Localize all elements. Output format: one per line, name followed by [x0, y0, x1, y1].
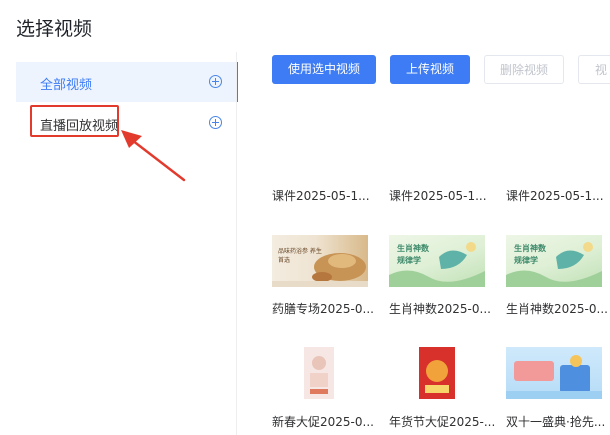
video-thumbnail[interactable]: [506, 347, 602, 399]
video-thumbnail[interactable]: 品味药浴参 养生首选: [272, 235, 368, 287]
use-selected-video-button[interactable]: 使用选中视频: [272, 55, 376, 84]
video-caption[interactable]: 课件2025-05-1...: [506, 187, 610, 204]
sidebar-item-label: 直播回放视频: [40, 119, 119, 134]
video-thumbnail[interactable]: [272, 347, 368, 399]
video-caption[interactable]: 生肖神数2025-0...: [506, 300, 610, 317]
video-caption[interactable]: 年货节大促2025-...: [389, 413, 499, 430]
video-caption[interactable]: 双十一盛典·抢先...: [506, 413, 610, 430]
video-caption[interactable]: 新春大促2025-0...: [272, 413, 382, 430]
thumbnail-text: 品味药浴参 养生首选: [278, 248, 322, 264]
more-button[interactable]: 视: [578, 55, 610, 84]
video-caption[interactable]: 课件2025-05-1...: [389, 187, 499, 204]
delete-video-button[interactable]: 删除视频: [484, 55, 564, 84]
video-thumbnail[interactable]: 生肖神数 规律学: [389, 235, 485, 287]
sidebar: 全部视频 直播回放视频: [16, 62, 238, 435]
video-caption[interactable]: 生肖神数2025-0...: [389, 300, 499, 317]
annotation-arrow-icon: [121, 130, 186, 182]
thumbnail-text: 生肖神数 规律学: [397, 244, 429, 265]
page-title: 选择视频: [16, 18, 93, 40]
sidebar-divider: [236, 52, 237, 435]
video-caption[interactable]: 药膳专场2025-0...: [272, 300, 382, 317]
video-thumbnail[interactable]: [389, 347, 485, 399]
upload-video-button[interactable]: 上传视频: [390, 55, 470, 84]
video-thumbnail[interactable]: 生肖神数 规律学: [506, 235, 602, 287]
sidebar-item-label: 全部视频: [40, 78, 93, 93]
thumbnail-text: 生肖神数 规律学: [514, 244, 546, 265]
add-circle-icon[interactable]: [209, 75, 222, 88]
add-circle-icon[interactable]: [209, 116, 222, 129]
video-caption[interactable]: 课件2025-05-1...: [272, 187, 382, 204]
sidebar-item-all-videos[interactable]: 全部视频: [16, 62, 238, 102]
